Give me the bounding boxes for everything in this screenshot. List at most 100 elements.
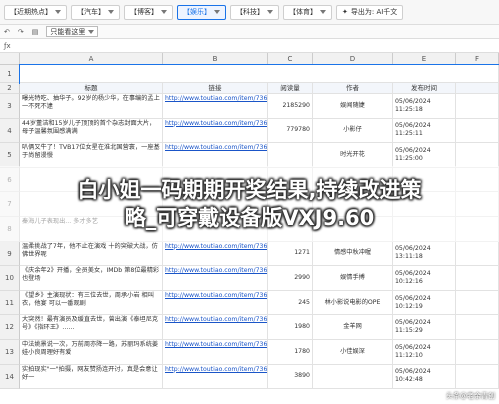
header-reads[interactable]: 阅读量 (268, 83, 313, 93)
table-row[interactable] (19, 64, 499, 84)
toolbar-button-car[interactable]: 【汽车】 (71, 4, 120, 20)
row-number[interactable]: 11 (0, 290, 20, 316)
cell-link[interactable]: http://www.toutiao.com/item/736574948191… (163, 290, 268, 315)
cell-author[interactable]: 小影仔 (313, 118, 393, 143)
cell-reads[interactable]: 3890 (268, 364, 313, 389)
cell-empty[interactable] (456, 266, 499, 290)
cell-empty[interactable] (456, 94, 499, 118)
column-header-f[interactable]: F (456, 53, 499, 65)
cell-author[interactable]: 林小影说电影的OPE (313, 290, 393, 315)
header-date[interactable]: 发布时间 (393, 83, 456, 93)
cell-reads[interactable]: 1980 (268, 315, 313, 339)
export-button[interactable]: ✦ 导出为: AI千文 (336, 4, 404, 20)
toolbar-button-tech[interactable]: 【科技】 (230, 4, 279, 20)
cell-title[interactable]: 实拍现实"一"拍摄，网友赞扬连开讨，真是会意让好一 (20, 364, 163, 389)
cell-empty[interactable] (456, 143, 499, 167)
table-row[interactable]: 《望乡》主演现状：有三位去世，周承小岩 相叫衣，他宴 可以一番观剧 http://… (20, 290, 499, 316)
cell-empty[interactable] (456, 340, 499, 364)
row-number[interactable]: 4 (0, 118, 20, 144)
toolbar-button-blog[interactable]: 【博客】 (124, 4, 173, 20)
header-link[interactable]: 链接 (163, 83, 268, 93)
cell-date[interactable]: 05/06/2024 10:12:19 (393, 290, 456, 315)
format-icon[interactable]: ▤ (32, 28, 39, 36)
row-number[interactable]: 12 (0, 315, 20, 340)
cell-title[interactable]: 《庆余年2》开播，全员美女，IMDb 第8位最精彩也登场 (20, 266, 163, 290)
cell-reads[interactable] (268, 143, 313, 167)
cell-title[interactable]: 叭俩又牛了！TVB17位女星在淮北国营寰，一座基于尚留漫慢 (20, 143, 163, 167)
toolbar-button-entertainment[interactable]: 【娱乐】 (177, 4, 226, 20)
cell-date[interactable]: 05/06/2024 13:11:18 (393, 241, 456, 266)
column-header-e[interactable]: E (393, 53, 456, 65)
merged-cell[interactable] (20, 65, 499, 82)
cell-date[interactable]: 05/06/2024 11:12:10 (393, 340, 456, 364)
table-row[interactable]: 《庆余年2》开播，全员美女，IMDb 第8位最精彩也登场 http://www.t… (20, 266, 499, 291)
cell-date[interactable]: 05/06/2024 11:25:18 (393, 94, 456, 118)
cell-link[interactable]: http://www.toutiao.com/item/7365... (163, 143, 268, 167)
column-header-a[interactable]: A (20, 53, 163, 65)
cell-empty[interactable] (456, 315, 499, 339)
cell-date[interactable]: 05/06/2024 11:15:29 (393, 315, 456, 339)
cell-date[interactable]: 05/06/2024 10:12:16 (393, 266, 456, 290)
table-row[interactable]: 中法姚景说一次，万前周亦降一路，苏丽玛系统姜娃小良周理好有爱 http://www… (20, 340, 499, 365)
cell-title[interactable]: 《望乡》主演现状：有三位去世，周承小岩 相叫衣，他宴 可以一番观剧 (20, 290, 163, 315)
cell-author[interactable]: 情感中秋冲喔 (313, 241, 393, 266)
cell-author[interactable]: 时光开花 (313, 143, 393, 167)
cell-date[interactable]: 05/06/2024 10:42:48 (393, 364, 456, 389)
table-row[interactable]: 温柔挑战了7年，他不止在演戏 十的突破大战，仿佛世界呢 http://www.to… (20, 241, 499, 267)
header-author[interactable]: 作者 (313, 83, 393, 93)
cell-empty[interactable] (456, 364, 499, 389)
table-row[interactable]: 实拍现实"一"拍摄，网友赞扬连开讨，真是会意让好一 http://www.tout… (20, 364, 499, 390)
cell-title[interactable]: 中法姚景说一次，万前周亦降一路，苏丽玛系统姜娃小良周理好有爱 (20, 340, 163, 364)
cell-date[interactable]: 05/06/2024 11:25:11 (393, 118, 456, 143)
cell-title[interactable]: 大突然！最有演员及缓直去世，曾出演《泰坦尼克号》《指环王》…… (20, 315, 163, 339)
table-row[interactable]: 44岁董洁和15岁儿子顶顶的首个杂志封面大片，母子温馨氛围感满满 http://w… (20, 118, 499, 144)
row-number[interactable]: 10 (0, 266, 20, 291)
cell-reads[interactable]: 1780 (268, 340, 313, 364)
cell-link[interactable]: http://www.toutiao.com/item/736569815869… (163, 340, 268, 364)
cell-title[interactable]: 44岁董洁和15岁儿子顶顶的首个杂志封面大片，母子温馨氛围感满满 (20, 118, 163, 143)
header-empty[interactable] (456, 83, 499, 93)
cell-reads[interactable]: 2185290 (268, 94, 313, 118)
formula-bar[interactable]: ƒx (0, 39, 499, 53)
cell-link[interactable]: http://www.toutiao.com/item/736569967331… (163, 94, 268, 118)
cell-link[interactable]: http://www.toutiao.com/item/736580680115… (163, 364, 268, 389)
column-header-b[interactable]: B (163, 53, 268, 65)
cell-author[interactable]: 娱闻随婕 (313, 94, 393, 118)
cell-link[interactable]: http://www.toutiao.com/item/736574968436… (163, 241, 268, 266)
cell-link[interactable]: http://www.toutiao.com/item/736613117954… (163, 266, 268, 290)
row-number[interactable]: 5 (0, 143, 20, 168)
cell-author[interactable]: 小佳娱深 (313, 340, 393, 364)
cell-author[interactable]: 娱情手搏 (313, 266, 393, 290)
cell-date[interactable]: 05/06/2024 11:25:00 (393, 143, 456, 167)
undo-icon[interactable]: ↶ (4, 28, 10, 36)
toolbar-button-sports[interactable]: 【体育】 (283, 4, 332, 20)
cell-empty[interactable] (456, 290, 499, 315)
select-all-corner[interactable] (0, 53, 20, 65)
cell-reads[interactable]: 1271 (268, 241, 313, 266)
cell-reads[interactable]: 2990 (268, 266, 313, 290)
cell-title[interactable]: 曝光特吃、抽华子。92岁的杨少华，在事编的孟上一不死不逮 (20, 94, 163, 118)
column-header-d[interactable]: D (313, 53, 393, 65)
cell-reads[interactable]: 245 (268, 290, 313, 315)
cell-author[interactable]: 金羊网 (313, 315, 393, 339)
row-number[interactable]: 3 (0, 94, 20, 119)
cell-reads[interactable]: 779780 (268, 118, 313, 143)
toolbar-button-hot[interactable]: 【近期热点】 (4, 4, 67, 20)
column-header-c[interactable]: C (268, 53, 313, 65)
cell-empty[interactable] (456, 118, 499, 143)
header-title[interactable]: 标题 (20, 83, 163, 93)
row-number[interactable]: 2 (0, 83, 20, 94)
cell-link[interactable]: http://www.toutiao.com/item/736574253906… (163, 118, 268, 143)
table-row[interactable]: 叭俩又牛了！TVB17位女星在淮北国营寰，一座基于尚留漫慢 http://www.… (20, 143, 499, 168)
row-number[interactable]: 14 (0, 364, 20, 390)
view-filter-select[interactable]: 只能看这里 (46, 26, 99, 37)
redo-icon[interactable]: ↷ (18, 28, 24, 36)
table-row[interactable]: 曝光特吃、抽华子。92岁的杨少华，在事编的孟上一不死不逮 http://www.t… (20, 94, 499, 119)
cell-title[interactable]: 温柔挑战了7年，他不止在演戏 十的突破大战，仿佛世界呢 (20, 241, 163, 266)
row-number[interactable]: 9 (0, 241, 20, 267)
row-number[interactable]: 1 (0, 65, 20, 83)
cell-link[interactable]: http://www.toutiao.com/item/736578080334… (163, 315, 268, 339)
cell-author[interactable] (313, 364, 393, 389)
cell-empty[interactable] (456, 241, 499, 266)
row-number[interactable]: 13 (0, 340, 20, 365)
